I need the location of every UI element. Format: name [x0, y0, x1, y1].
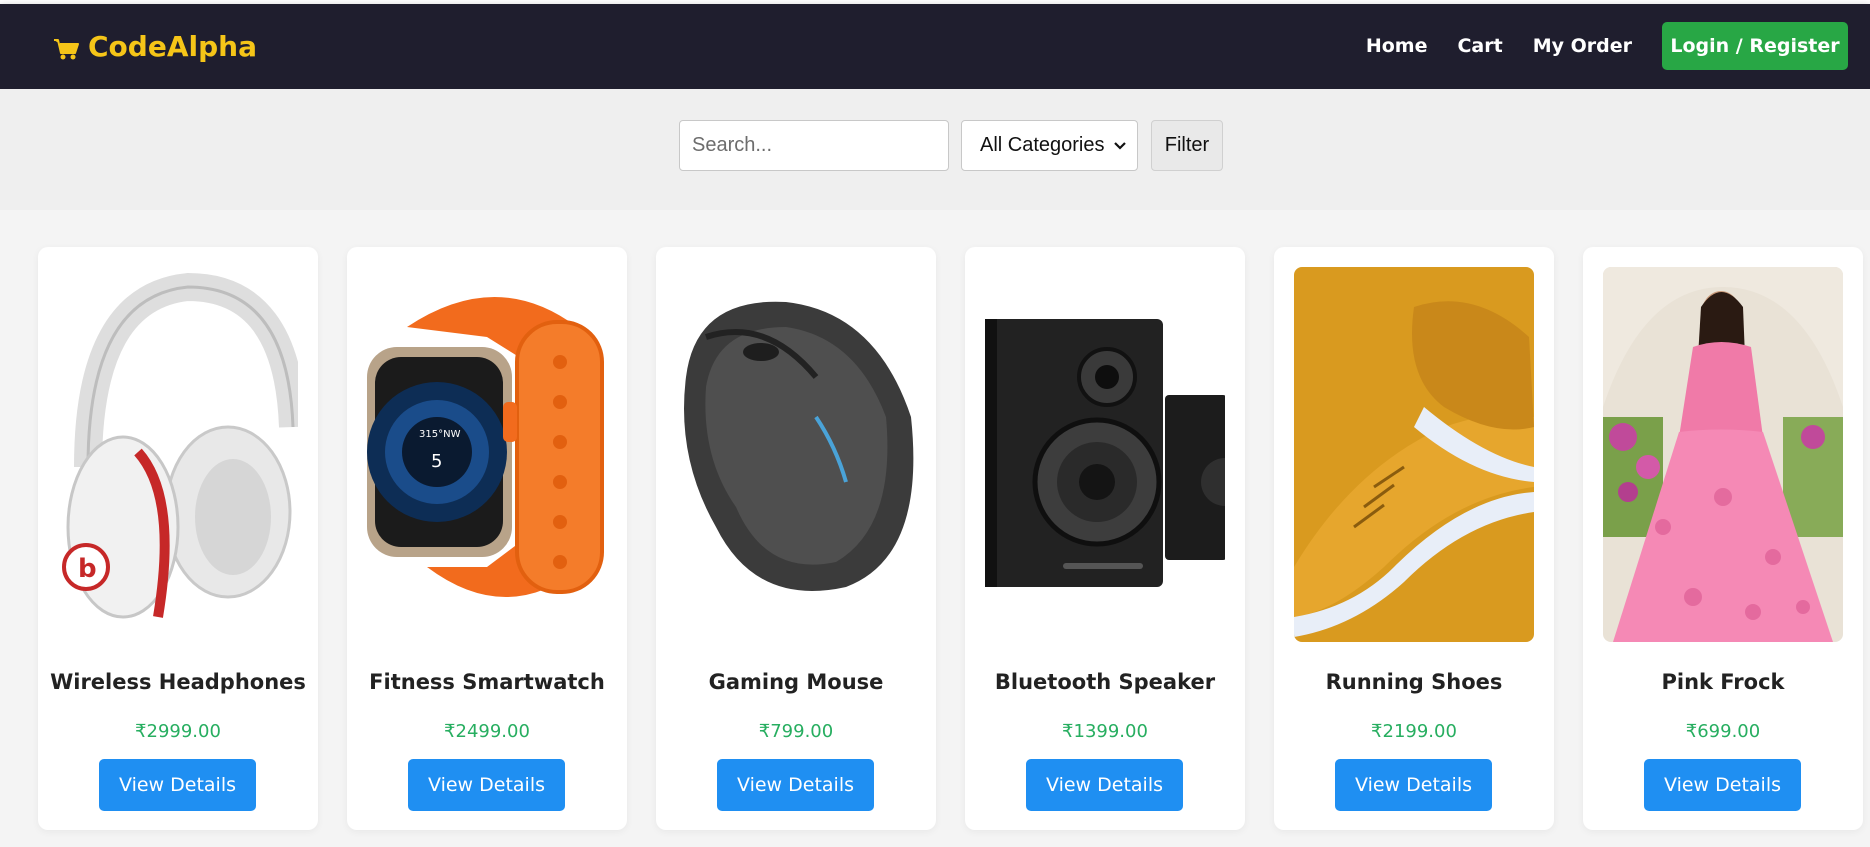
svg-text:5: 5: [431, 451, 442, 472]
product-image-speaker[interactable]: [985, 267, 1225, 642]
product-name: Pink Frock: [1661, 670, 1785, 694]
chevron-down-icon: [1113, 134, 1127, 157]
product-price: ₹1399.00: [1062, 721, 1148, 742]
product-image-headphones[interactable]: b: [58, 267, 298, 642]
search-input[interactable]: [679, 120, 949, 171]
nav-cart-link[interactable]: Cart: [1457, 35, 1502, 57]
product-name: Running Shoes: [1325, 670, 1503, 694]
product-card: Bluetooth Speaker ₹1399.00 View Details: [965, 247, 1245, 830]
product-price: ₹2499.00: [444, 721, 530, 742]
product-name: Wireless Headphones: [50, 670, 306, 694]
product-name: Gaming Mouse: [708, 670, 884, 694]
category-select-value: All Categories: [980, 134, 1105, 156]
svg-text:315°NW: 315°NW: [419, 429, 461, 440]
product-image-mouse[interactable]: [676, 267, 916, 642]
view-details-button[interactable]: View Details: [717, 759, 874, 811]
navbar: CodeAlpha Home Cart My Order Login / Reg…: [0, 4, 1870, 89]
filter-bar: All Categories Filter: [0, 89, 1870, 210]
nav-home-link[interactable]: Home: [1366, 35, 1428, 57]
product-card: Gaming Mouse ₹799.00 View Details: [656, 247, 936, 830]
login-register-button[interactable]: Login / Register: [1662, 22, 1848, 70]
product-price: ₹2199.00: [1371, 721, 1457, 742]
product-card: b Wireless Headphones ₹2999.00 View Deta…: [38, 247, 318, 830]
nav-links: Home Cart My Order Login / Register: [1366, 22, 1848, 70]
view-details-button[interactable]: View Details: [99, 759, 256, 811]
product-grid: b Wireless Headphones ₹2999.00 View Deta…: [0, 210, 1870, 847]
view-details-button[interactable]: View Details: [408, 759, 565, 811]
product-price: ₹799.00: [758, 721, 834, 742]
filter-button[interactable]: Filter: [1151, 120, 1223, 171]
view-details-button[interactable]: View Details: [1026, 759, 1183, 811]
svg-text:b: b: [78, 554, 97, 584]
product-image-shoes[interactable]: [1294, 267, 1534, 642]
product-card: Running Shoes ₹2199.00 View Details: [1274, 247, 1554, 830]
shopping-cart-icon: [52, 35, 80, 59]
product-name: Bluetooth Speaker: [994, 670, 1216, 694]
category-select[interactable]: All Categories: [961, 120, 1138, 171]
brand-name: CodeAlpha: [88, 30, 257, 63]
product-name: Fitness Smartwatch: [369, 670, 605, 694]
product-image-frock[interactable]: [1603, 267, 1843, 642]
view-details-button[interactable]: View Details: [1335, 759, 1492, 811]
product-price: ₹2999.00: [135, 721, 221, 742]
product-card: Pink Frock ₹699.00 View Details: [1583, 247, 1863, 830]
product-card: 315°NW 5 Fitness Smartwatch ₹2499.00 Vie…: [347, 247, 627, 830]
view-details-button[interactable]: View Details: [1644, 759, 1801, 811]
product-image-smartwatch[interactable]: 315°NW 5: [367, 267, 607, 642]
brand-logo[interactable]: CodeAlpha: [52, 30, 257, 63]
product-price: ₹699.00: [1685, 721, 1761, 742]
nav-my-order-link[interactable]: My Order: [1533, 35, 1632, 57]
